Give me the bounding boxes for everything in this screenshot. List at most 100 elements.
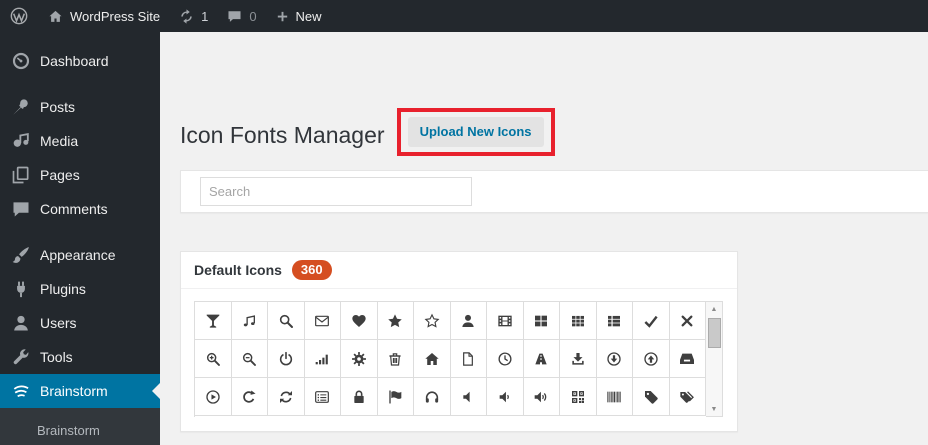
sidebar-item-label: Brainstorm — [40, 383, 108, 399]
search-icon[interactable] — [268, 302, 305, 340]
wordpress-logo-icon — [9, 6, 29, 26]
headphones-icon[interactable] — [414, 378, 451, 416]
sidebar-item-users[interactable]: Users — [0, 306, 160, 340]
play-circle-icon[interactable] — [195, 378, 232, 416]
page-header: Icon Fonts Manager Upload New Icons — [180, 108, 555, 156]
sidebar-item-label: Pages — [40, 167, 80, 183]
site-link[interactable]: WordPress Site — [38, 0, 169, 32]
icon-grid-scrollbar[interactable]: ▲ ▼ — [706, 301, 723, 417]
music-icon[interactable] — [231, 302, 268, 340]
dashboard-icon — [11, 51, 31, 71]
th-large-icon[interactable] — [523, 302, 560, 340]
sidebar-item-label: Posts — [40, 99, 76, 115]
sidebar-item-plugins[interactable]: Plugins — [0, 272, 160, 306]
site-name: WordPress Site — [70, 8, 161, 24]
scroll-up-icon[interactable]: ▲ — [706, 302, 722, 316]
qrcode-icon[interactable] — [560, 378, 597, 416]
check-icon[interactable] — [633, 302, 670, 340]
active-item-arrow — [152, 383, 160, 399]
main-content: Icon Fonts Manager Upload New Icons Defa… — [160, 32, 928, 442]
panel-body: ▲ ▼ — [181, 289, 737, 431]
sidebar-item-label: Users — [40, 315, 77, 331]
updates-link[interactable]: 1 — [169, 0, 217, 32]
search-panel — [180, 170, 928, 213]
heart-icon[interactable] — [341, 302, 378, 340]
sidebar-item-brainstorm[interactable]: Brainstorm — [0, 374, 160, 408]
sidebar-item-posts[interactable]: Posts — [0, 90, 160, 124]
trash-icon[interactable] — [377, 340, 414, 378]
wordpress-menu[interactable] — [0, 0, 38, 32]
sidebar-item-label: Media — [40, 133, 79, 149]
barcode-icon[interactable] — [596, 378, 633, 416]
star-outline-icon[interactable] — [414, 302, 451, 340]
sidebar-menu: Dashboard Posts Media Pages Comments Appearan… — [0, 32, 160, 408]
lock-icon[interactable] — [341, 378, 378, 416]
users-icon — [11, 313, 31, 333]
flag-icon[interactable] — [377, 378, 414, 416]
list-alt-icon[interactable] — [304, 378, 341, 416]
plus-icon — [275, 9, 290, 24]
arrow-circle-up-icon[interactable] — [633, 340, 670, 378]
sidebar-item-label: Appearance — [40, 247, 116, 263]
volume-off-icon[interactable] — [450, 378, 487, 416]
tags-icon[interactable] — [669, 378, 706, 416]
sidebar-submenu: Brainstorm — [0, 408, 160, 445]
refresh-icon[interactable] — [268, 378, 305, 416]
sidebar-item-comments[interactable]: Comments — [0, 192, 160, 226]
page-title: Icon Fonts Manager — [180, 122, 385, 148]
scroll-down-icon[interactable]: ▼ — [706, 402, 722, 416]
search-plus-icon[interactable] — [195, 340, 232, 378]
th-icon[interactable] — [560, 302, 597, 340]
signal-icon[interactable] — [304, 340, 341, 378]
comment-count: 0 — [249, 8, 257, 24]
tools-icon — [11, 347, 31, 367]
sidebar-item-media[interactable]: Media — [0, 124, 160, 158]
volume-up-icon[interactable] — [523, 378, 560, 416]
sidebar-item-label: Tools — [40, 349, 73, 365]
pages-icon — [11, 165, 31, 185]
submenu-item-brainstorm[interactable]: Brainstorm — [0, 416, 160, 445]
envelope-icon[interactable] — [304, 302, 341, 340]
comments-link[interactable]: 0 — [217, 0, 265, 32]
sidebar-item-appearance[interactable]: Appearance — [0, 238, 160, 272]
star-icon[interactable] — [377, 302, 414, 340]
icon-count-badge: 360 — [291, 260, 332, 280]
search-input[interactable] — [200, 177, 472, 206]
road-icon[interactable] — [523, 340, 560, 378]
comments-icon — [11, 199, 31, 219]
film-icon[interactable] — [487, 302, 524, 340]
posts-icon — [11, 97, 31, 117]
media-icon — [11, 131, 31, 151]
sidebar-item-label: Dashboard — [40, 53, 109, 69]
inbox-icon[interactable] — [669, 340, 706, 378]
sidebar-item-tools[interactable]: Tools — [0, 340, 160, 374]
arrow-circle-down-icon[interactable] — [596, 340, 633, 378]
sidebar-item-dashboard[interactable]: Dashboard — [0, 44, 160, 78]
scrollbar-thumb[interactable] — [708, 318, 721, 348]
rotate-right-icon[interactable] — [231, 378, 268, 416]
download-icon[interactable] — [560, 340, 597, 378]
martini-glass-icon[interactable] — [195, 302, 232, 340]
sidebar-item-pages[interactable]: Pages — [0, 158, 160, 192]
panel-header: Default Icons 360 — [181, 252, 737, 289]
times-icon[interactable] — [669, 302, 706, 340]
file-icon[interactable] — [450, 340, 487, 378]
new-content-link[interactable]: New — [266, 0, 331, 32]
upload-new-icons-button[interactable]: Upload New Icons — [407, 117, 544, 147]
plugins-icon — [11, 279, 31, 299]
new-label: New — [295, 8, 322, 24]
appearance-icon — [11, 245, 31, 265]
gear-icon[interactable] — [341, 340, 378, 378]
sidebar-item-label: Plugins — [40, 281, 86, 297]
admin-sidebar: Dashboard Posts Media Pages Comments Appearan… — [0, 32, 160, 445]
volume-down-icon[interactable] — [487, 378, 524, 416]
home-icon[interactable] — [414, 340, 451, 378]
tag-icon[interactable] — [633, 378, 670, 416]
user-icon[interactable] — [450, 302, 487, 340]
admin-bar: WordPress Site 1 0 New — [0, 0, 928, 32]
updates-icon — [178, 8, 195, 25]
power-off-icon[interactable] — [268, 340, 305, 378]
th-list-icon[interactable] — [596, 302, 633, 340]
clock-icon[interactable] — [487, 340, 524, 378]
search-minus-icon[interactable] — [231, 340, 268, 378]
